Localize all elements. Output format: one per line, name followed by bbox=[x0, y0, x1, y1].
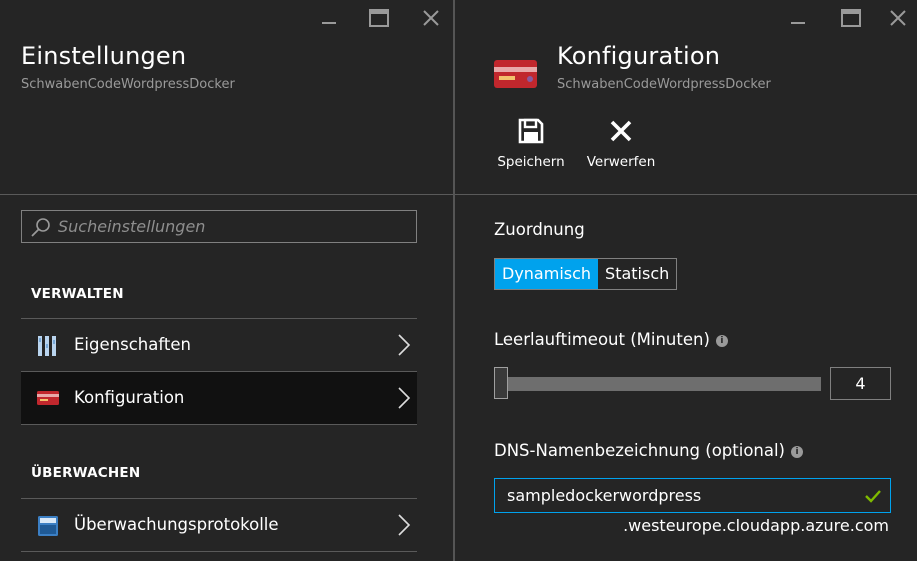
dns-label-text: DNS-Namenbezeichnung (optional) bbox=[494, 441, 785, 460]
idle-timeout-slider-track[interactable] bbox=[506, 377, 821, 391]
nav-item-label: Eigenschaften bbox=[74, 335, 191, 354]
row-divider bbox=[21, 551, 417, 552]
minimize-icon[interactable] bbox=[787, 8, 809, 28]
nav-item-label: Überwachungsprotokolle bbox=[74, 515, 279, 534]
close-icon[interactable] bbox=[887, 8, 909, 28]
section-header-manage: VERWALTEN bbox=[31, 286, 124, 302]
dns-label: DNS-Namenbezeichnung (optional) i bbox=[494, 441, 803, 460]
nav-item-properties[interactable]: Eigenschaften bbox=[21, 319, 417, 371]
maximize-icon[interactable] bbox=[840, 8, 862, 28]
save-button[interactable]: Speichern bbox=[497, 118, 565, 170]
search-icon bbox=[30, 217, 52, 243]
blade-subtitle: SchwabenCodeWordpressDocker bbox=[557, 77, 771, 92]
assignment-toggle[interactable]: Dynamisch Statisch bbox=[494, 258, 678, 290]
properties-icon bbox=[37, 335, 59, 357]
section-header-monitoring: ÜBERWACHEN bbox=[31, 465, 141, 481]
idle-timeout-value[interactable]: 4 bbox=[830, 367, 891, 400]
idle-timeout-label: Leerlauftimeout (Minuten) i bbox=[494, 330, 728, 349]
search-box[interactable] bbox=[21, 210, 417, 243]
dns-suffix: .westeurope.cloudapp.azure.com bbox=[623, 516, 889, 535]
blade-subtitle: SchwabenCodeWordpressDocker bbox=[21, 77, 235, 92]
blade-title: Einstellungen bbox=[21, 42, 187, 70]
dns-field[interactable] bbox=[494, 478, 891, 513]
configuration-blade: Konfiguration SchwabenCodeWordpressDocke… bbox=[455, 0, 917, 561]
search-input[interactable] bbox=[58, 211, 408, 242]
minimize-icon[interactable] bbox=[318, 8, 340, 28]
discard-button[interactable]: Verwerfen bbox=[585, 118, 657, 170]
configuration-card-icon bbox=[494, 58, 537, 94]
dns-name-input[interactable] bbox=[507, 479, 847, 512]
maximize-icon[interactable] bbox=[368, 8, 390, 28]
chevron-right-icon bbox=[397, 386, 411, 414]
chevron-right-icon bbox=[397, 513, 411, 541]
portal-window: Einstellungen SchwabenCodeWordpressDocke… bbox=[0, 0, 917, 561]
chevron-right-icon bbox=[397, 333, 411, 361]
audit-log-icon bbox=[37, 515, 59, 537]
blade-title: Konfiguration bbox=[557, 42, 721, 70]
idle-timeout-label-text: Leerlauftimeout (Minuten) bbox=[494, 330, 710, 349]
settings-blade: Einstellungen SchwabenCodeWordpressDocke… bbox=[0, 0, 453, 561]
idle-timeout-slider-handle[interactable] bbox=[494, 367, 508, 399]
nav-item-audit-logs[interactable]: Überwachungsprotokolle bbox=[21, 499, 417, 551]
nav-item-label: Konfiguration bbox=[74, 388, 185, 407]
assignment-label: Zuordnung bbox=[494, 220, 585, 239]
discard-button-label: Verwerfen bbox=[586, 154, 656, 170]
save-button-label: Speichern bbox=[497, 154, 565, 170]
nav-item-configuration[interactable]: Konfiguration bbox=[21, 372, 417, 424]
discard-x-icon bbox=[608, 120, 634, 148]
header-divider bbox=[455, 194, 917, 195]
valid-check-icon bbox=[864, 488, 882, 508]
configuration-card-icon bbox=[37, 389, 59, 411]
option-dynamic[interactable]: Dynamisch bbox=[495, 259, 599, 289]
info-icon[interactable]: i bbox=[715, 335, 728, 347]
info-icon[interactable]: i bbox=[791, 446, 803, 458]
header-divider bbox=[0, 194, 453, 195]
option-static[interactable]: Statisch bbox=[598, 259, 676, 289]
save-icon bbox=[518, 118, 544, 148]
row-divider bbox=[21, 424, 417, 425]
close-icon[interactable] bbox=[420, 8, 442, 28]
